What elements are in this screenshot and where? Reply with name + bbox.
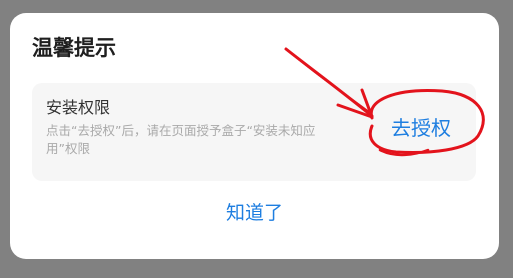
permission-dialog: 温馨提示 安装权限 点击“去授权”后，请在页面授予盒子“安装未知应用”权限 去授… bbox=[10, 13, 499, 259]
permission-title: 安装权限 bbox=[46, 98, 111, 117]
got-it-button[interactable]: 知道了 bbox=[10, 198, 499, 228]
authorize-button[interactable]: 去授权 bbox=[391, 114, 451, 142]
permission-description: 点击“去授权”后，请在页面授予盒子“安装未知应用”权限 bbox=[46, 123, 316, 156]
permission-card: 安装权限 点击“去授权”后，请在页面授予盒子“安装未知应用”权限 去授权 bbox=[32, 83, 476, 181]
dialog-title: 温馨提示 bbox=[32, 36, 116, 60]
